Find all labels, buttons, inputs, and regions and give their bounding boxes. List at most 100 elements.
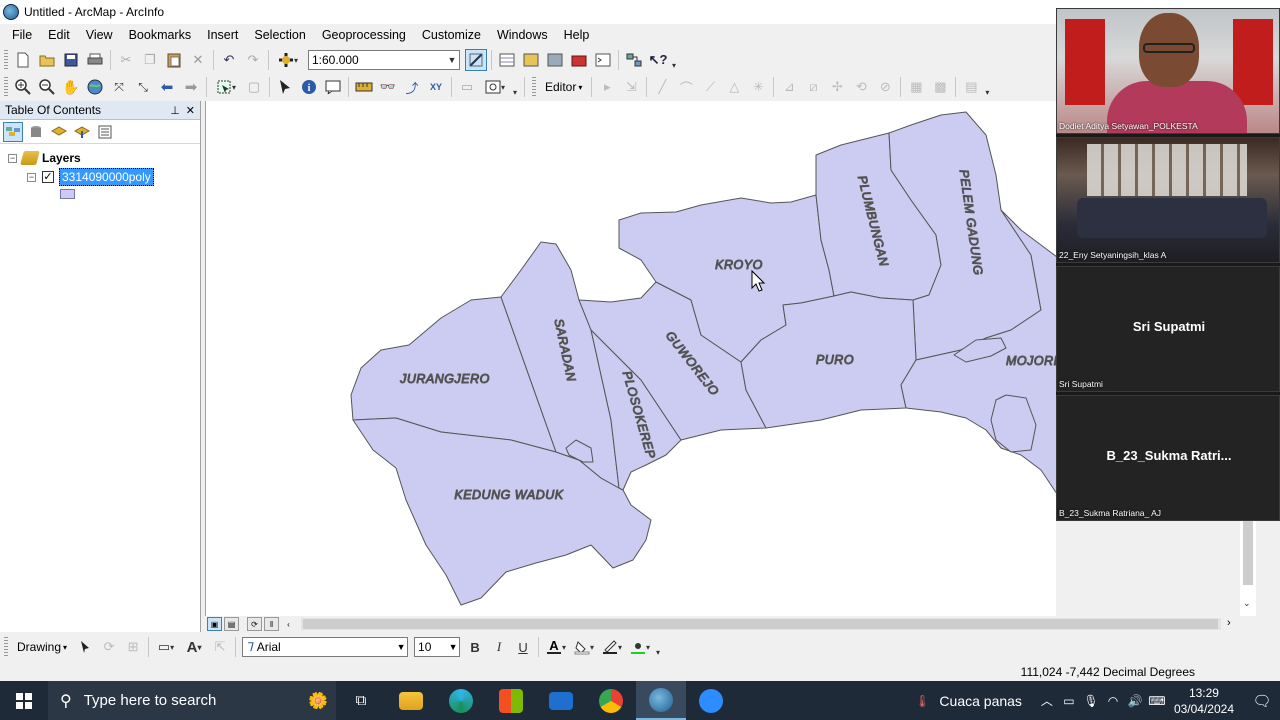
- menu-bookmarks[interactable]: Bookmarks: [121, 24, 200, 46]
- list-by-drawing-order-icon[interactable]: [3, 121, 23, 142]
- map-view[interactable]: KROYO PLUMBUNGAN PELEM GADUNG SARADAN GU…: [205, 101, 1056, 616]
- volume-icon[interactable]: 🔊: [1124, 694, 1146, 708]
- paste-icon[interactable]: [163, 49, 185, 71]
- zoom-to-elements-icon[interactable]: ⊞: [122, 636, 144, 658]
- edit-annotation-icon[interactable]: ⇲: [620, 76, 642, 98]
- measure-icon[interactable]: [353, 76, 375, 98]
- arctoolbox-icon[interactable]: [568, 49, 590, 71]
- arcmap-taskbar-icon[interactable]: [636, 681, 686, 720]
- edge-browser-icon[interactable]: [436, 681, 486, 720]
- font-size-combo[interactable]: 10 ▼: [414, 637, 461, 657]
- menu-file[interactable]: File: [0, 24, 40, 46]
- taskbar-search-box[interactable]: ⚲ Type here to search 🌼: [48, 681, 336, 720]
- back-extent-icon[interactable]: ⬅: [156, 76, 178, 98]
- fill-color-icon[interactable]: ▾: [571, 636, 597, 658]
- split-icon[interactable]: ✢: [826, 76, 848, 98]
- edit-tool-icon[interactable]: ▸: [596, 76, 618, 98]
- list-by-selection-icon[interactable]: [72, 122, 92, 142]
- weather-status[interactable]: Cuaca panas: [939, 693, 1022, 709]
- select-elements-icon[interactable]: [274, 76, 296, 98]
- menu-view[interactable]: View: [78, 24, 121, 46]
- clock[interactable]: 13:29 03/04/2024: [1174, 685, 1234, 717]
- wifi-icon[interactable]: ◠: [1102, 694, 1124, 708]
- create-features-icon[interactable]: ▩: [929, 76, 951, 98]
- chevron-down-icon[interactable]: ▼: [447, 642, 459, 652]
- add-data-icon[interactable]: ▾: [273, 49, 303, 71]
- list-by-visibility-icon[interactable]: [49, 122, 69, 142]
- search-window-icon[interactable]: [544, 49, 566, 71]
- sketch-properties-icon[interactable]: ▦: [905, 76, 927, 98]
- map-scale-combo[interactable]: 1:60.000 ▼: [308, 50, 460, 70]
- map-canvas[interactable]: KROYO PLUMBUNGAN PELEM GADUNG SARADAN GU…: [206, 101, 1056, 616]
- pan-hand-icon[interactable]: ✋: [60, 76, 82, 98]
- menu-windows[interactable]: Windows: [489, 24, 556, 46]
- rotate-icon[interactable]: ⟲: [850, 76, 872, 98]
- toolbar-grip[interactable]: [532, 77, 536, 97]
- participant-tile[interactable]: Dodiet Aditya Setyawan_POLKESTA: [1056, 8, 1280, 134]
- copy-icon[interactable]: ❐: [139, 49, 161, 71]
- layer-name[interactable]: 3314090000poly: [59, 168, 154, 186]
- undo-icon[interactable]: ↶: [218, 49, 240, 71]
- chevron-up-icon[interactable]: ︿: [1036, 692, 1058, 709]
- cut-polygons-icon[interactable]: ⧄: [802, 76, 824, 98]
- editor-toolbar-icon[interactable]: [465, 49, 487, 71]
- participant-tile[interactable]: Sri Supatmi Sri Supatmi: [1056, 266, 1280, 392]
- clear-selection-icon[interactable]: ▢: [243, 76, 265, 98]
- pin-icon[interactable]: ⊥: [170, 104, 180, 117]
- options-icon[interactable]: [95, 122, 115, 142]
- print-icon[interactable]: [84, 49, 106, 71]
- toolbar-grip[interactable]: [4, 77, 8, 97]
- attributes-icon[interactable]: ⊘: [874, 76, 896, 98]
- menu-geoprocessing[interactable]: Geoprocessing: [314, 24, 414, 46]
- open-folder-icon[interactable]: [36, 49, 58, 71]
- font-color-icon[interactable]: A ▾: [543, 636, 569, 658]
- go-to-xy-icon[interactable]: XY: [425, 76, 447, 98]
- full-extent-icon[interactable]: [84, 76, 106, 98]
- table-of-contents-icon[interactable]: [496, 49, 518, 71]
- horizontal-scroll-thumb[interactable]: [303, 619, 1218, 629]
- vertical-scroll-thumb[interactable]: [1243, 521, 1253, 585]
- toolbar-overflow-icon[interactable]: ▾: [985, 77, 993, 97]
- catalog-icon[interactable]: [520, 49, 542, 71]
- zoom-app-icon[interactable]: [686, 681, 736, 720]
- reshape-icon[interactable]: ⊿: [778, 76, 800, 98]
- fixed-zoom-in-icon[interactable]: ⤧: [108, 76, 130, 98]
- task-view-icon[interactable]: ⧉: [336, 681, 386, 720]
- select-elements-icon[interactable]: [74, 636, 96, 658]
- polygon-symbol-swatch[interactable]: [60, 189, 75, 199]
- rotate-icon[interactable]: ⟳: [98, 636, 120, 658]
- trace-icon[interactable]: ⟋: [699, 76, 721, 98]
- layer-row[interactable]: − ✓ 3314090000poly: [27, 168, 154, 186]
- toolbar-overflow-icon[interactable]: ▾: [672, 50, 680, 70]
- find-route-icon[interactable]: ⤴: [401, 76, 423, 98]
- layer-visibility-checkbox[interactable]: ✓: [42, 171, 54, 183]
- editor-options-icon[interactable]: ▤: [960, 76, 982, 98]
- toolbar-grip[interactable]: [4, 637, 8, 657]
- pause-drawing-icon[interactable]: ‖: [264, 617, 279, 631]
- drawing-menu-button[interactable]: Drawing ▾: [11, 636, 73, 658]
- scroll-left-icon[interactable]: ‹: [281, 617, 296, 631]
- line-color-icon[interactable]: ▾: [599, 636, 625, 658]
- time-slider-icon[interactable]: ▭: [456, 76, 478, 98]
- zoom-in-icon[interactable]: [12, 76, 34, 98]
- html-popup-icon[interactable]: [322, 76, 344, 98]
- save-icon[interactable]: [60, 49, 82, 71]
- toolbar-overflow-icon[interactable]: ▾: [513, 77, 521, 97]
- layout-view-icon[interactable]: ▤: [224, 617, 239, 631]
- chevron-down-icon[interactable]: ▼: [445, 55, 459, 65]
- python-window-icon[interactable]: [592, 49, 614, 71]
- battery-icon[interactable]: ▭: [1058, 694, 1080, 708]
- close-icon[interactable]: ✕: [186, 104, 195, 117]
- editor-menu-button[interactable]: Editor ▾: [539, 76, 588, 98]
- find-binoculars-icon[interactable]: 👓: [377, 76, 399, 98]
- participant-tile[interactable]: 22_Eny Setyaningsih_klas A: [1056, 137, 1280, 263]
- microsoft-store-icon[interactable]: [486, 681, 536, 720]
- collapse-toggle[interactable]: −: [8, 153, 17, 163]
- marker-color-icon[interactable]: ▾: [627, 636, 653, 658]
- italic-button[interactable]: I: [488, 636, 510, 658]
- whats-this-help-icon[interactable]: ↖?: [647, 49, 669, 71]
- scroll-down-icon[interactable]: ⌄: [1243, 598, 1251, 609]
- rectangle-icon[interactable]: ▭ ▾: [153, 636, 179, 658]
- menu-help[interactable]: Help: [556, 24, 598, 46]
- menu-insert[interactable]: Insert: [199, 24, 246, 46]
